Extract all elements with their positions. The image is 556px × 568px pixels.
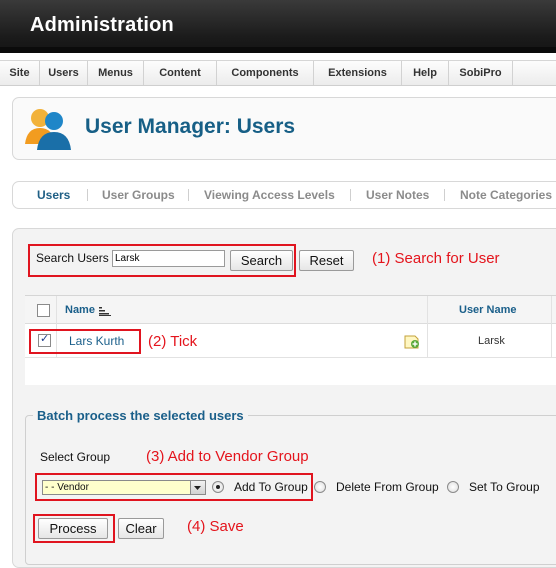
radio-delete-from-group[interactable] xyxy=(314,481,326,493)
dropdown-arrow-icon[interactable] xyxy=(190,481,205,494)
row-checkbox[interactable] xyxy=(38,332,51,347)
user-name-link[interactable]: Lars Kurth xyxy=(69,334,124,348)
tab-user-groups[interactable]: User Groups xyxy=(102,188,175,202)
menu-menus[interactable]: Menus xyxy=(88,61,144,85)
tab-separator xyxy=(188,189,189,201)
search-label: Search Users xyxy=(36,251,109,265)
radio-set-to-group-label: Set To Group xyxy=(469,480,540,494)
batch-legend: Batch process the selected users xyxy=(33,408,248,423)
tab-users[interactable]: Users xyxy=(37,188,70,202)
process-button[interactable]: Process xyxy=(38,518,108,539)
select-group-label: Select Group xyxy=(40,450,111,464)
tab-separator xyxy=(350,189,351,201)
header-title: Administration xyxy=(30,14,174,36)
annotation-step1: (1) Search for User xyxy=(372,250,500,267)
name-column-header[interactable]: Name xyxy=(65,304,95,316)
username-column-header[interactable]: User Name xyxy=(459,304,516,316)
search-input[interactable] xyxy=(112,250,225,267)
tab-viewing-access-levels[interactable]: Viewing Access Levels xyxy=(204,188,335,202)
search-button[interactable]: Search xyxy=(230,250,293,271)
annotation-step2: (2) Tick xyxy=(148,333,198,350)
menu-users[interactable]: Users xyxy=(40,61,88,85)
sort-icon[interactable] xyxy=(99,305,111,316)
tab-user-notes[interactable]: User Notes xyxy=(366,188,429,202)
reset-button[interactable]: Reset xyxy=(299,250,354,271)
annotation-step4: (4) Save xyxy=(187,518,244,535)
menu-help[interactable]: Help xyxy=(402,61,449,85)
group-select-value: - - Vendor xyxy=(45,482,89,493)
clear-button[interactable]: Clear xyxy=(118,518,164,539)
menu-content[interactable]: Content xyxy=(144,61,217,85)
menu-extensions[interactable]: Extensions xyxy=(314,61,402,85)
column-divider xyxy=(427,296,428,358)
row-divider xyxy=(25,357,556,358)
radio-delete-from-group-label: Delete From Group xyxy=(336,480,439,494)
user-username: Larsk xyxy=(478,335,505,347)
radio-set-to-group[interactable] xyxy=(447,481,459,493)
radio-add-to-group-label: Add To Group xyxy=(234,480,308,494)
group-select[interactable]: - - Vendor xyxy=(42,480,206,495)
add-note-icon[interactable] xyxy=(404,333,420,349)
main-menu: Site Users Menus Content Components Exte… xyxy=(0,60,556,86)
annotation-step3: (3) Add to Vendor Group xyxy=(146,448,309,465)
tab-separator xyxy=(444,189,445,201)
select-all-checkbox[interactable] xyxy=(37,304,50,317)
menu-sobipro[interactable]: SobiPro xyxy=(449,61,513,85)
column-divider xyxy=(551,296,552,358)
page-title: User Manager: Users xyxy=(85,115,296,138)
tab-note-categories[interactable]: Note Categories xyxy=(460,188,552,202)
admin-header: Administration xyxy=(0,0,556,53)
tab-separator xyxy=(87,189,88,201)
users-icon xyxy=(25,109,71,150)
menu-site[interactable]: Site xyxy=(0,61,40,85)
radio-add-to-group[interactable] xyxy=(212,481,224,493)
header-bottom-bar xyxy=(0,47,556,53)
menu-components[interactable]: Components xyxy=(217,61,314,85)
